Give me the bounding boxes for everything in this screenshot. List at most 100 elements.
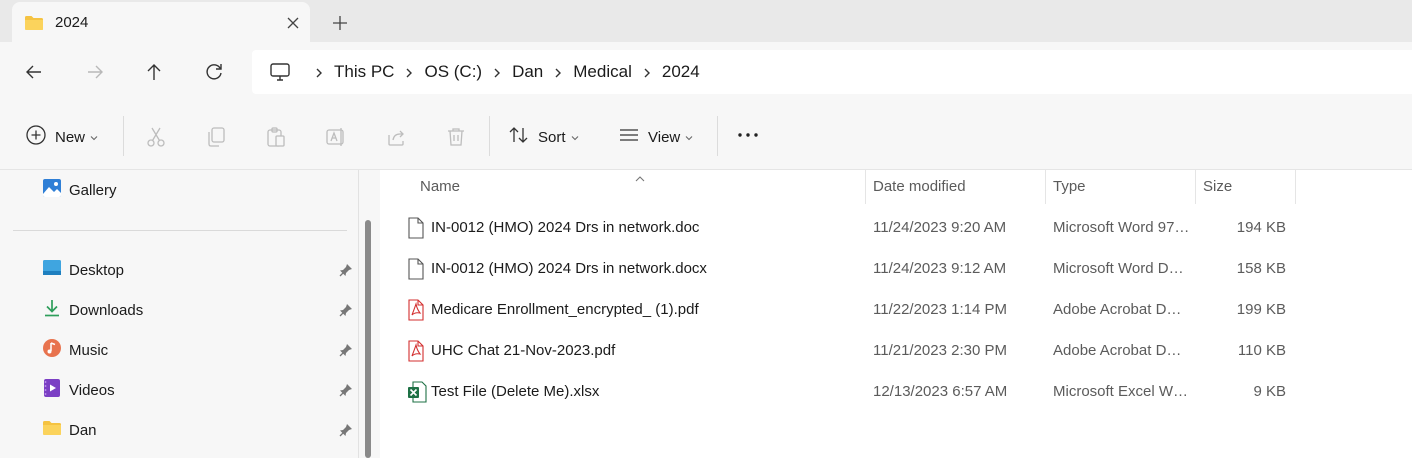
new-label: New	[55, 128, 86, 146]
breadcrumb-os-c[interactable]: OS (C:)	[424, 62, 482, 82]
column-divider[interactable]	[1195, 170, 1196, 204]
close-tab-icon[interactable]	[283, 13, 303, 33]
file-type: Microsoft Excel W…	[1053, 383, 1189, 400]
share-icon[interactable]	[384, 125, 408, 149]
sort-button[interactable]: Sort	[508, 124, 579, 150]
chevron-down-icon	[571, 128, 579, 146]
sidebar-item-desktop[interactable]: Desktop	[42, 258, 124, 282]
column-divider[interactable]	[1045, 170, 1046, 204]
table-row[interactable]: IN-0012 (HMO) 2024 Drs in network.doc 11…	[380, 208, 1412, 248]
chevron-right-icon[interactable]	[632, 64, 662, 81]
file-name: IN-0012 (HMO) 2024 Drs in network.doc	[431, 219, 700, 236]
cut-icon[interactable]	[144, 125, 168, 149]
pdf-icon	[407, 340, 425, 367]
sidebar-item-label: Music	[69, 341, 109, 359]
refresh-icon[interactable]	[202, 60, 226, 84]
scrollbar-thumb[interactable]	[365, 220, 371, 458]
breadcrumb-dan[interactable]: Dan	[512, 62, 543, 82]
pane-divider	[358, 170, 359, 458]
sidebar-item-dan[interactable]: Dan	[42, 418, 97, 442]
chevron-right-icon[interactable]	[482, 64, 512, 81]
table-row[interactable]: Medicare Enrollment_encrypted_ (1).pdf 1…	[380, 290, 1412, 330]
document-icon	[407, 217, 425, 244]
desktop-icon	[42, 258, 62, 283]
new-tab-icon[interactable]	[329, 12, 351, 34]
paste-icon[interactable]	[264, 125, 288, 149]
pin-icon[interactable]	[338, 262, 354, 278]
new-button[interactable]: New	[25, 124, 98, 150]
command-bar: New Sort View	[0, 102, 1412, 170]
document-icon	[407, 258, 425, 285]
breadcrumb-this-pc[interactable]: This PC	[334, 62, 394, 82]
sidebar-item-label: Dan	[69, 421, 97, 439]
toolbar-divider	[123, 116, 124, 156]
breadcrumb-2024[interactable]: 2024	[662, 62, 700, 82]
sidebar-item-label: Desktop	[69, 261, 125, 279]
view-button[interactable]: View	[618, 124, 693, 150]
column-header-type[interactable]: Type	[1053, 178, 1086, 195]
column-divider[interactable]	[1295, 170, 1296, 204]
table-row[interactable]: Test File (Delete Me).xlsx 12/13/2023 6:…	[380, 372, 1412, 412]
file-size: 194 KB	[1236, 219, 1286, 236]
copy-icon[interactable]	[204, 125, 228, 149]
tab-strip: 2024	[0, 0, 1412, 42]
chevron-right-icon[interactable]	[304, 64, 334, 81]
file-list: Name Date modified Type Size IN-0012 (HM…	[380, 170, 1412, 458]
sidebar-item-gallery[interactable]: Gallery	[42, 178, 117, 202]
pin-icon[interactable]	[338, 342, 354, 358]
more-icon	[737, 124, 759, 151]
rename-icon[interactable]	[324, 125, 348, 149]
file-date: 11/24/2023 9:12 AM	[873, 260, 1007, 277]
table-row[interactable]: IN-0012 (HMO) 2024 Drs in network.docx 1…	[380, 249, 1412, 289]
pin-icon[interactable]	[338, 382, 354, 398]
forward-arrow-icon[interactable]	[83, 60, 107, 84]
pin-icon[interactable]	[338, 302, 354, 318]
more-options-button[interactable]	[737, 124, 759, 150]
sidebar-item-videos[interactable]: Videos	[42, 378, 115, 402]
this-pc-icon[interactable]	[269, 61, 291, 88]
sidebar-divider	[13, 230, 347, 231]
chevron-right-icon[interactable]	[394, 64, 424, 81]
column-header-size[interactable]: Size	[1203, 178, 1232, 195]
file-name: IN-0012 (HMO) 2024 Drs in network.docx	[431, 260, 707, 277]
up-arrow-icon[interactable]	[142, 60, 166, 84]
view-list-icon	[618, 124, 640, 151]
file-size: 158 KB	[1236, 260, 1286, 277]
sidebar-item-downloads[interactable]: Downloads	[42, 298, 143, 322]
file-size: 110 KB	[1237, 342, 1286, 359]
address-bar[interactable]: This PC OS (C:) Dan Medical 2024	[252, 50, 1412, 94]
pin-icon[interactable]	[338, 422, 354, 438]
videos-icon	[42, 378, 62, 403]
toolbar-divider	[489, 116, 490, 156]
file-name: Medicare Enrollment_encrypted_ (1).pdf	[431, 301, 699, 318]
file-type: Microsoft Word 97…	[1053, 219, 1190, 236]
back-arrow-icon[interactable]	[22, 60, 46, 84]
address-row: This PC OS (C:) Dan Medical 2024	[0, 42, 1412, 102]
chevron-down-icon	[685, 128, 693, 146]
file-type: Adobe Acrobat D…	[1053, 301, 1182, 318]
sidebar-item-music[interactable]: Music	[42, 338, 108, 362]
tab-2024[interactable]: 2024	[12, 2, 310, 42]
music-icon	[42, 338, 62, 363]
navigation-pane: Gallery Desktop Downloads Music Videos D…	[0, 170, 360, 458]
column-header-date-modified[interactable]: Date modified	[873, 178, 966, 195]
delete-icon[interactable]	[444, 125, 468, 149]
folder-icon	[42, 420, 62, 441]
file-name: UHC Chat 21-Nov-2023.pdf	[431, 342, 616, 359]
breadcrumb-medical[interactable]: Medical	[573, 62, 632, 82]
table-row[interactable]: UHC Chat 21-Nov-2023.pdf 11/21/2023 2:30…	[380, 331, 1412, 371]
chevron-down-icon	[90, 128, 98, 146]
excel-icon	[407, 381, 427, 408]
chevron-right-icon[interactable]	[543, 64, 573, 81]
tab-title: 2024	[55, 14, 89, 31]
column-divider[interactable]	[865, 170, 866, 204]
file-size: 9 KB	[1253, 383, 1286, 400]
file-date: 12/13/2023 6:57 AM	[873, 383, 1008, 400]
file-name: Test File (Delete Me).xlsx	[431, 383, 600, 400]
toolbar-divider	[717, 116, 718, 156]
folder-icon	[24, 15, 44, 36]
file-date: 11/22/2023 1:14 PM	[873, 301, 1007, 318]
column-header-name[interactable]: Name	[420, 178, 460, 195]
sidebar-item-label: Downloads	[69, 301, 144, 319]
gallery-icon	[42, 178, 62, 203]
